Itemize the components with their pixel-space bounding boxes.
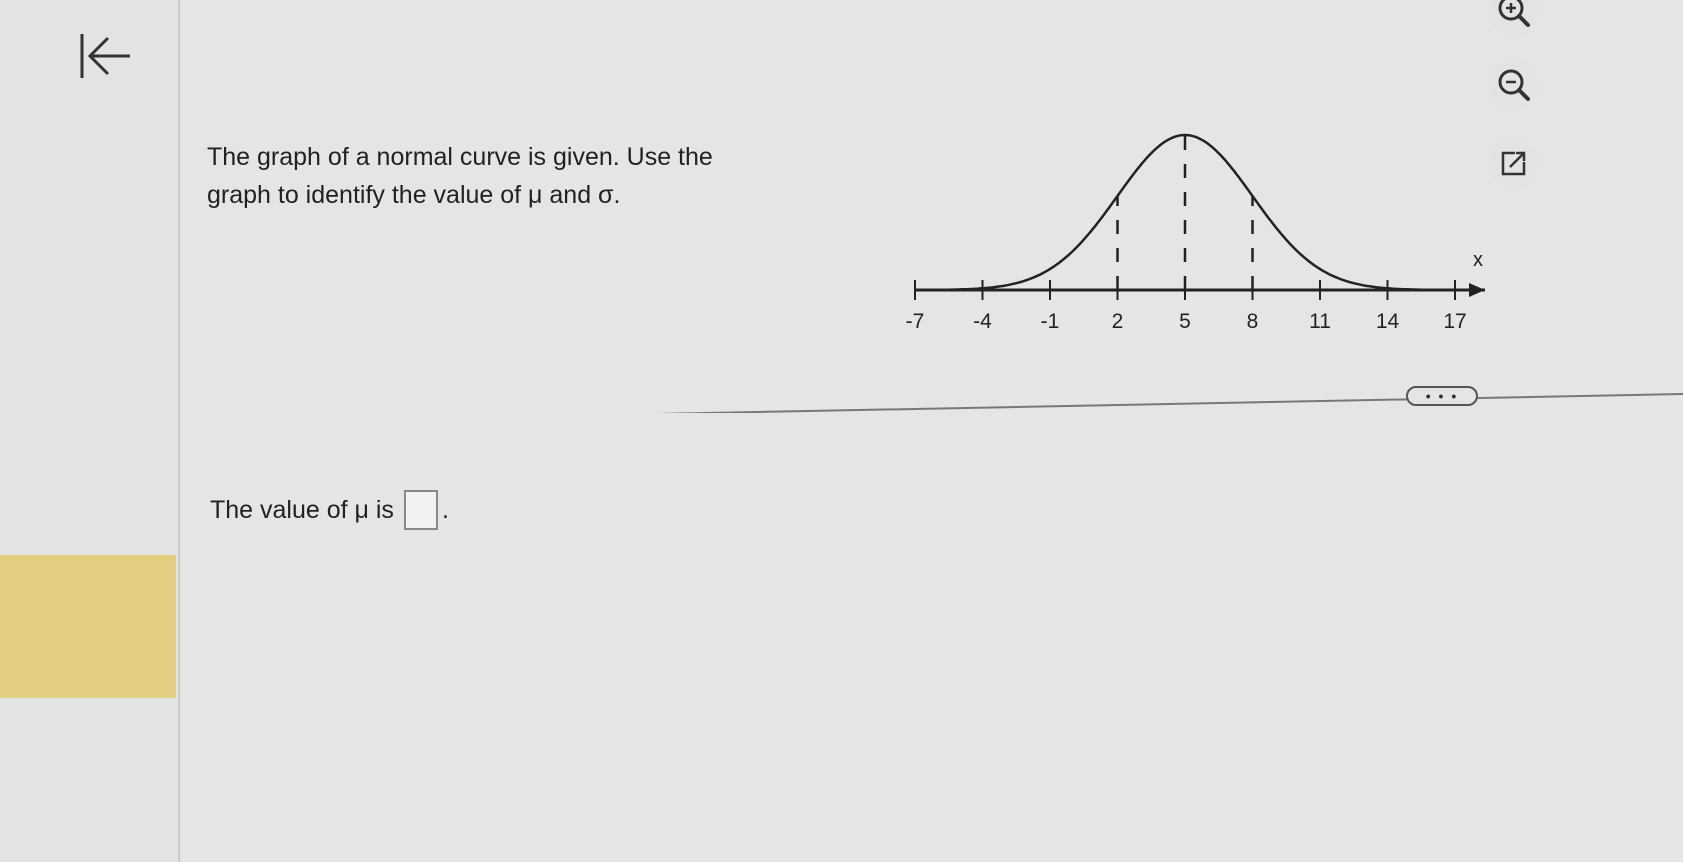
zoom-in-button[interactable]: [1488, 0, 1538, 36]
x-tick-label-7: 14: [1376, 310, 1400, 333]
question-text: The graph of a normal curve is given. Us…: [207, 138, 807, 214]
x-tick-label-5: 8: [1247, 310, 1259, 333]
external-link-icon: [1501, 151, 1526, 176]
zoom-in-icon: [1498, 0, 1530, 27]
open-external-button[interactable]: [1488, 138, 1538, 188]
x-tick-label-4: 5: [1179, 310, 1191, 333]
left-panel: [0, 0, 180, 862]
answer-suffix: .: [441, 495, 449, 524]
x-tick-label-6: 11: [1309, 310, 1331, 333]
collapse-arrow-icon: [80, 34, 130, 78]
collapse-panel-button[interactable]: [78, 30, 136, 82]
x-tick-label-0: -7: [906, 310, 925, 333]
question-line-1: The graph of a normal curve is given. Us…: [207, 143, 713, 171]
x-tick-label-2: -1: [1041, 310, 1060, 333]
x-axis-arrow: [1469, 283, 1485, 297]
normal-curve-graph: x -7 -4 -1 2 5 8 11 14 17: [900, 60, 1500, 350]
x-axis-label: x: [1473, 249, 1483, 271]
question-line-2: graph to identify the value of μ and σ.: [207, 181, 621, 209]
normal-curve: [915, 133, 1422, 292]
zoom-out-button[interactable]: [1488, 60, 1538, 110]
x-tick-label-1: -4: [973, 310, 992, 333]
zoom-out-icon: [1498, 69, 1530, 101]
answer-prefix: The value of μ is: [210, 495, 394, 524]
more-options-button[interactable]: • • •: [1406, 386, 1478, 406]
x-tick-label-8: 17: [1443, 310, 1466, 333]
answer-line: The value of μ is .: [210, 490, 449, 530]
x-tick-label-3: 2: [1112, 310, 1124, 333]
chart-svg: x -7 -4 -1 2 5 8 11 14 17: [906, 133, 1485, 333]
selected-question-highlight[interactable]: [0, 555, 176, 698]
mu-answer-input[interactable]: [403, 490, 438, 530]
